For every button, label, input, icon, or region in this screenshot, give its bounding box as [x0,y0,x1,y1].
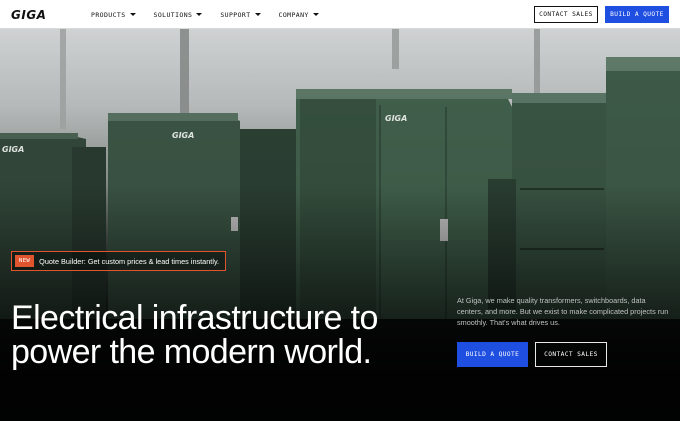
banner-text: Quote Builder: Get custom prices & lead … [39,256,220,266]
chevron-down-icon [254,13,261,16]
menu-support[interactable]: SUPPORT [220,10,261,19]
menu-company-label: COMPANY [278,10,309,19]
chevron-down-icon [196,13,203,16]
hero-contact-sales-button[interactable]: CONTACT SALES [535,342,607,367]
main-menu: PRODUCTS SOLUTIONS SUPPORT COMPANY [91,0,337,29]
menu-products[interactable]: PRODUCTS [91,11,136,19]
giga-logo[interactable]: GIGA [11,7,47,22]
hero-description: At Giga, we make quality transformers, s… [457,296,669,327]
contact-sales-button[interactable]: CONTACT SALES [534,6,598,23]
chevron-down-icon [312,13,319,16]
hero-build-quote-button[interactable]: BUILD A QUOTE [457,342,528,367]
menu-company[interactable]: COMPANY [279,11,319,19]
menu-products-label: PRODUCTS [91,10,126,19]
hero-headline: Electrical infrastructure to power the m… [11,299,378,371]
build-quote-button[interactable]: BUILD A QUOTE [605,6,669,23]
menu-solutions-label: SOLUTIONS [153,10,193,19]
logo-text: GIGA [11,7,47,22]
top-navigation: GIGA PRODUCTS SOLUTIONS SUPPORT COMPANY … [0,0,680,29]
menu-solutions[interactable]: SOLUTIONS [154,11,203,19]
menu-support-label: SUPPORT [220,10,251,19]
chevron-down-icon [129,13,136,16]
hero-section: GIGA GIGA GIGA NEW Quote Builder: Get cu… [0,29,680,421]
quote-builder-banner[interactable]: NEW Quote Builder: Get custom prices & l… [11,251,227,271]
new-badge: NEW [15,255,35,267]
